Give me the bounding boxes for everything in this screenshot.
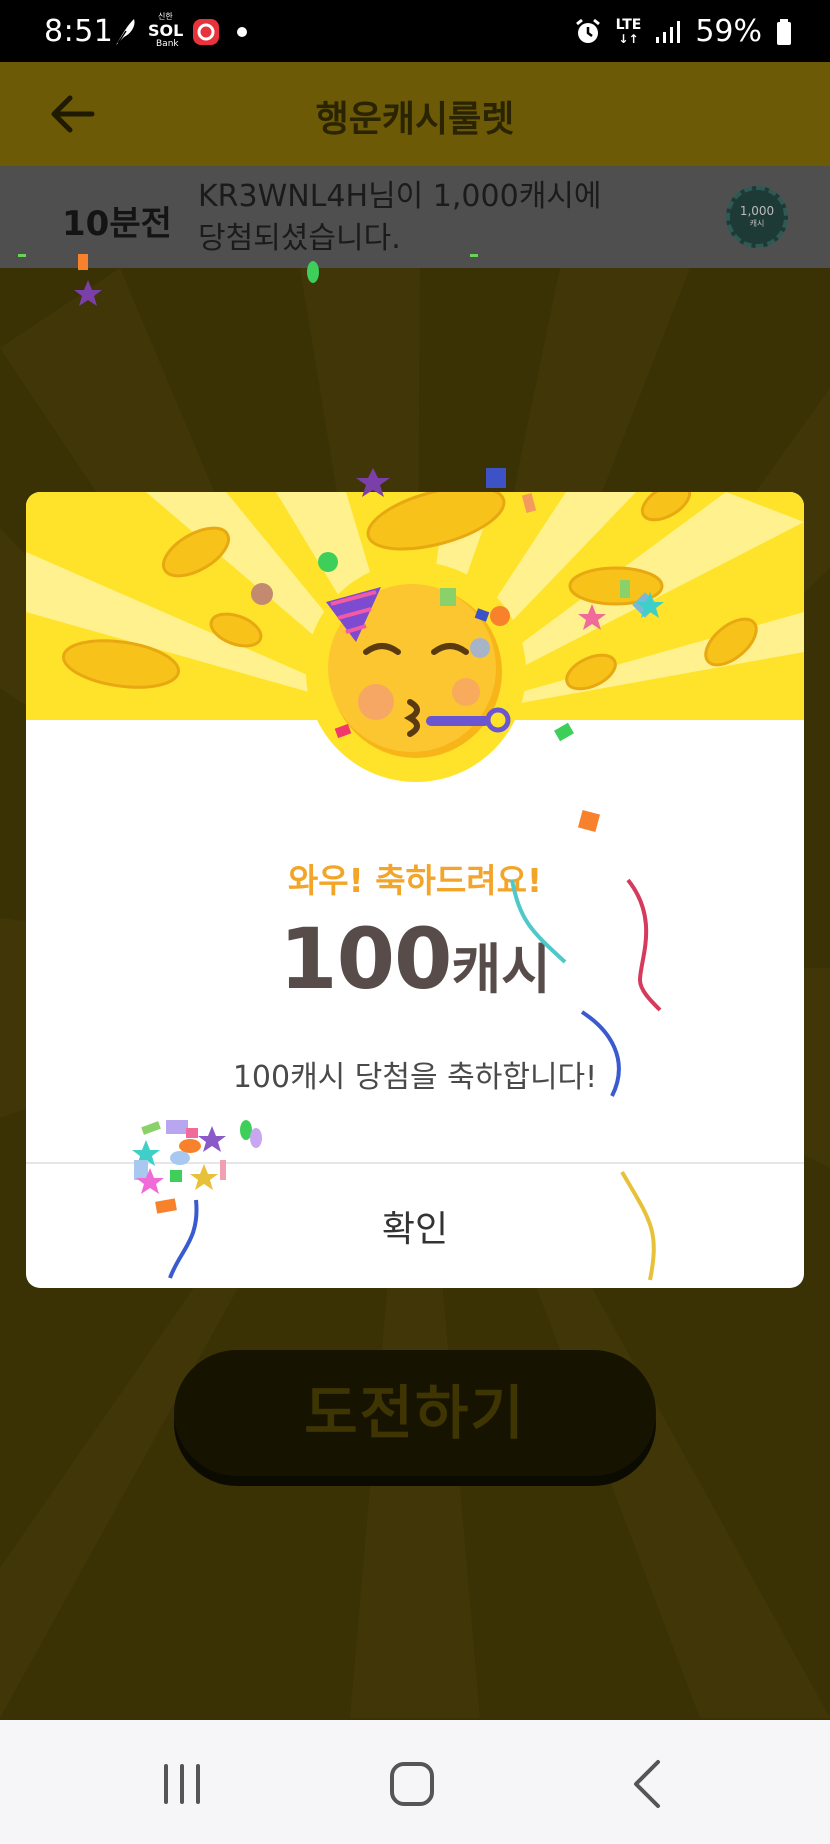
sol-bank-app-icon: 신한 SOL Bank — [148, 12, 184, 49]
notification-dot-icon — [237, 27, 247, 37]
ticker-time-ago: 10분전 — [62, 204, 172, 244]
status-right: LTE ↓↑ 59% — [574, 14, 792, 49]
app-header: 행운캐시룰렛 — [0, 62, 830, 166]
network-indicator: LTE ↓↑ — [615, 16, 642, 46]
battery-percent: 59% — [695, 14, 762, 49]
signal-icon — [656, 20, 681, 43]
ticker-coin-badge: 1,000 캐시 — [726, 186, 788, 248]
prize-amount-unit: 캐시 — [451, 938, 551, 1001]
status-time: 8:51 — [44, 14, 114, 49]
home-icon[interactable] — [382, 1754, 442, 1814]
system-nav-bar — [0, 1720, 830, 1844]
modal-subtitle: 와우! 축하드려요! — [287, 861, 543, 900]
party-face-emoji — [306, 562, 526, 782]
status-bar: 8:51 신한 SOL Bank LTE ↓↑ 59% — [0, 0, 830, 62]
prize-amount-number: 100 — [279, 910, 452, 1008]
modal-description: 100캐시 당첨을 축하합니다! — [232, 1060, 598, 1095]
status-app-icons: 신한 SOL Bank — [112, 12, 250, 49]
battery-icon — [777, 18, 791, 45]
page-title: 행운캐시룰렛 — [315, 99, 515, 140]
feather-app-icon — [116, 19, 135, 45]
red-app-icon — [193, 19, 219, 45]
ticker-message: KR3WNL4H님이 1,000캐시에 당첨되셨습니다. — [198, 179, 602, 256]
prize-amount: 100캐시 — [26, 910, 804, 1008]
recents-icon[interactable] — [152, 1754, 212, 1814]
confirm-button[interactable]: 확인 — [26, 1164, 804, 1288]
alarm-icon — [575, 18, 600, 43]
back-icon[interactable] — [618, 1754, 678, 1814]
winner-ticker: 10분전 KR3WNL4H님이 1,000캐시에 당첨되셨습니다. 1,000 … — [0, 166, 830, 268]
challenge-button[interactable]: 도전하기 — [174, 1350, 656, 1476]
prize-modal: 와우! 축하드려요! 100캐시 100캐시 당첨을 축하합니다! 확인 — [26, 492, 804, 1288]
